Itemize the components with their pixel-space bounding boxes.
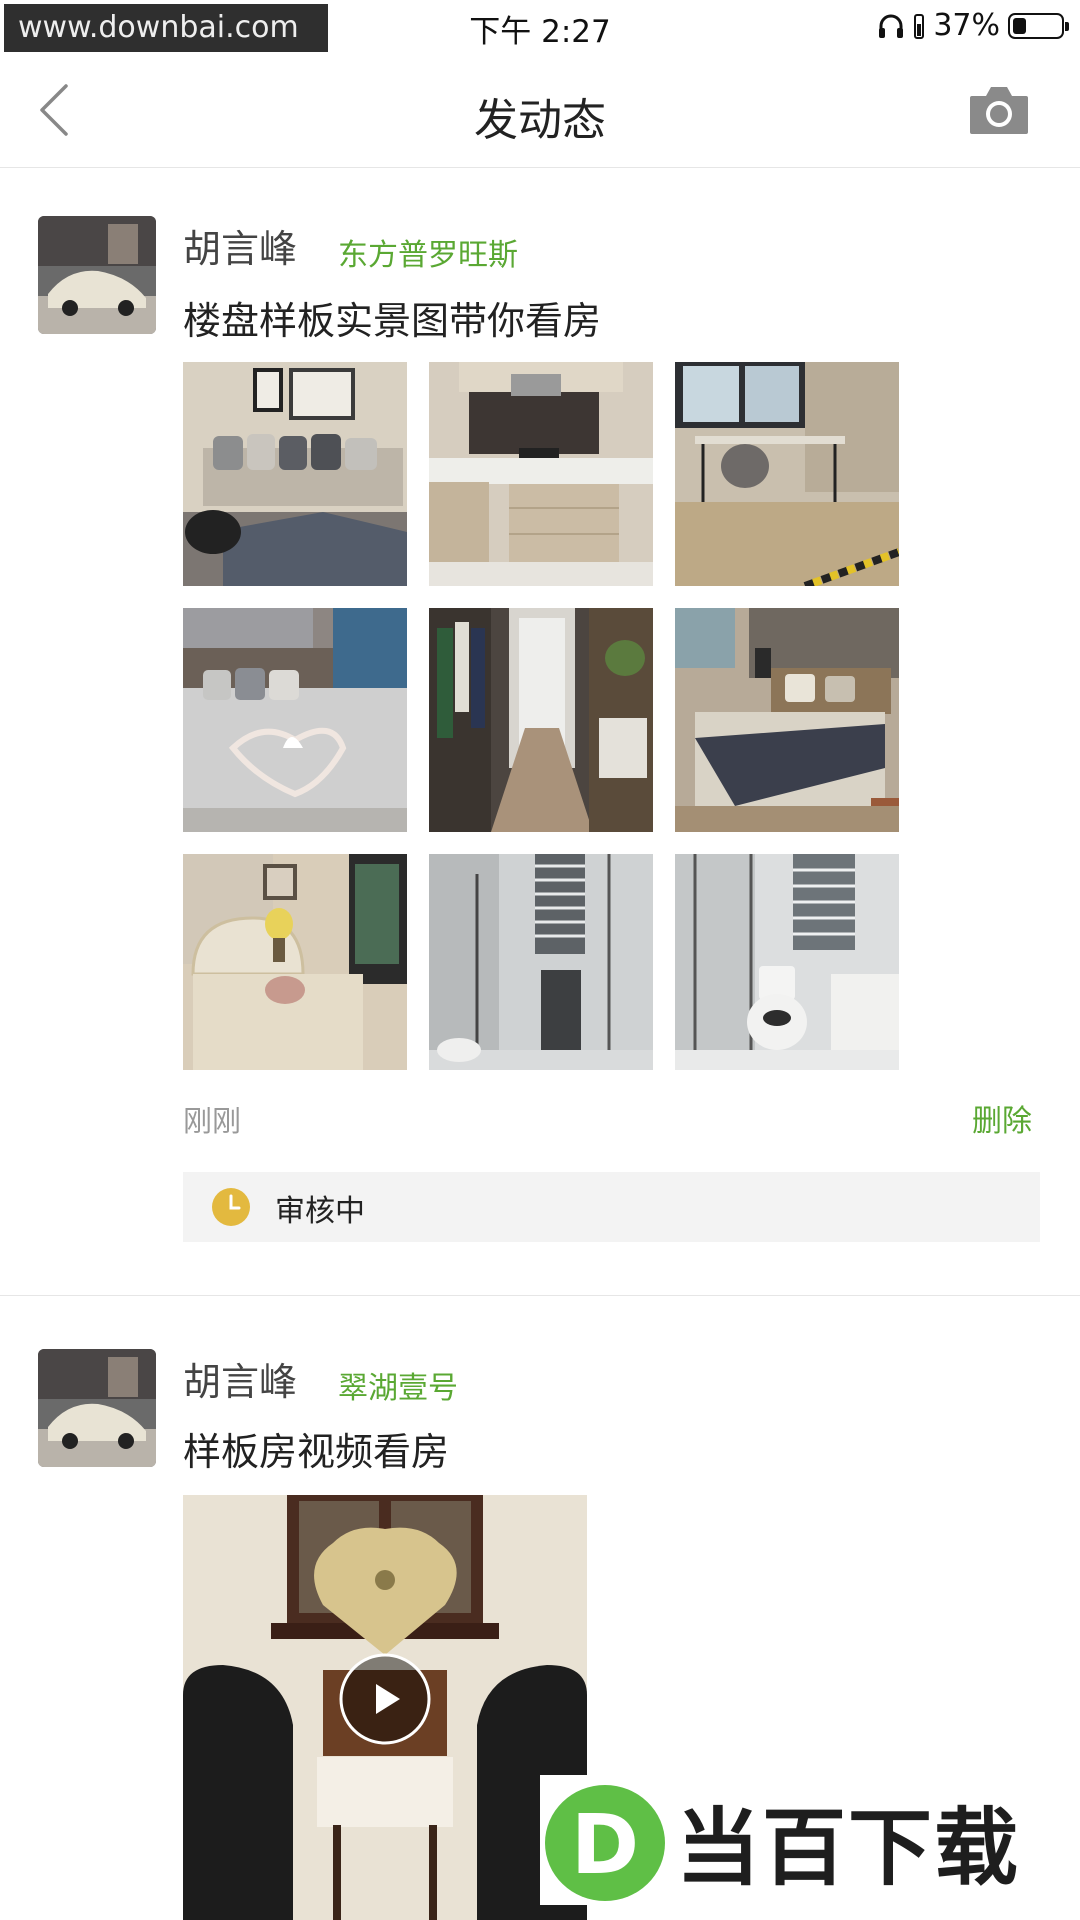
- battery-fill: [1013, 17, 1027, 34]
- brand-text: 当百下载: [676, 1799, 1021, 1897]
- post-card: 胡言峰 东方普罗旺斯 楼盘样板实景图带你看房 刚刚 删除 审核中: [0, 168, 1080, 1296]
- status-indicators: 37%: [877, 8, 1069, 43]
- photo-study[interactable]: [675, 362, 899, 586]
- status-bar: www.downbai.com 下午 2:27 37%: [0, 0, 1080, 54]
- post-text: 样板房视频看房: [183, 1430, 450, 1474]
- headphones-icon: [879, 14, 904, 38]
- photo-bedroom-kids[interactable]: [183, 854, 407, 1070]
- photo-kitchen[interactable]: [429, 362, 653, 586]
- post-timestamp: 刚刚: [183, 1104, 242, 1138]
- post-project-tag[interactable]: 东方普罗旺斯: [338, 230, 518, 274]
- photo-bedroom-master[interactable]: [183, 608, 407, 832]
- photo-walk-in-closet[interactable]: [429, 608, 653, 832]
- post-project-tag[interactable]: 翠湖壹号: [338, 1363, 458, 1407]
- video-thumbnail[interactable]: [183, 1495, 587, 1920]
- photo-living-room[interactable]: [183, 362, 407, 586]
- navbar: 发动态: [0, 54, 1080, 168]
- avatar[interactable]: [38, 1349, 156, 1467]
- svg-text:D: D: [571, 1798, 639, 1893]
- avatar[interactable]: [38, 216, 156, 334]
- review-status-text: 审核中: [275, 1194, 365, 1229]
- delete-button[interactable]: 删除: [972, 1096, 1032, 1140]
- post-text: 楼盘样板实景图带你看房: [183, 299, 602, 343]
- photo-bathroom[interactable]: [675, 854, 899, 1070]
- battery-percent: 37%: [933, 8, 1000, 43]
- avatar-car-image: [38, 216, 156, 334]
- photo-grid: [183, 362, 899, 1070]
- page-title: 发动态: [474, 95, 606, 146]
- charging-icon: [914, 13, 925, 39]
- photo-bedroom-second[interactable]: [675, 608, 899, 832]
- avatar-car-image: [38, 1349, 156, 1467]
- post-author-name[interactable]: 胡言峰: [183, 1351, 297, 1406]
- brand-watermark: D 当百下载: [536, 1763, 1080, 1920]
- photo-shower-room[interactable]: [429, 854, 653, 1070]
- play-icon[interactable]: [338, 1652, 432, 1746]
- brand-logo-icon: D: [540, 1775, 670, 1905]
- clock-icon: [212, 1188, 250, 1226]
- camera-icon[interactable]: [968, 84, 1030, 136]
- battery-icon: [1008, 12, 1069, 39]
- review-status-bar: 审核中: [183, 1172, 1040, 1242]
- post-author-name[interactable]: 胡言峰: [183, 218, 297, 273]
